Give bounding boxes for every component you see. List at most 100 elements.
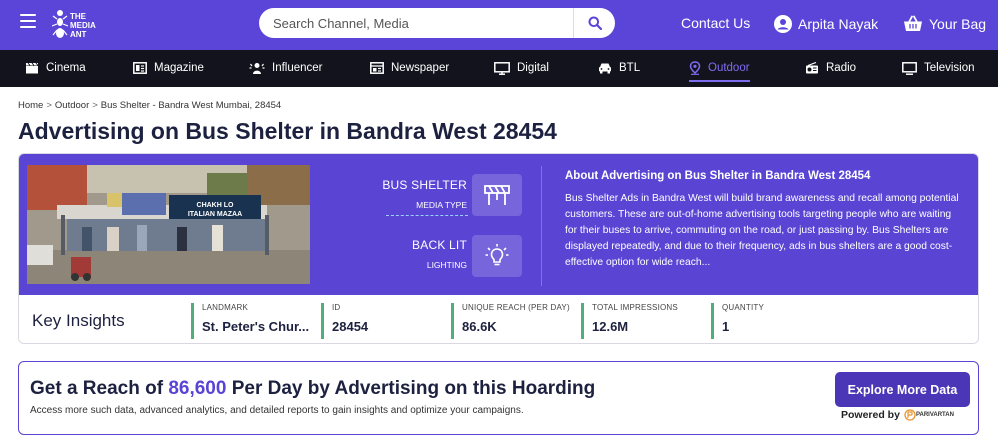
- lighting-label: LIGHTING: [426, 260, 467, 270]
- nav-label: Newspaper: [391, 62, 450, 74]
- nav-item-magazine[interactable]: Magazine: [133, 61, 204, 75]
- insight-total-impressions: TOTAL IMPRESSIONS 12.6M: [581, 303, 701, 339]
- reach-banner: Get a Reach of 86,600 Per Day by Adverti…: [18, 361, 979, 435]
- reach-subtext: Access more such data, advanced analytic…: [30, 405, 524, 416]
- user-name: Arpita Nayak: [798, 16, 879, 32]
- magazine-icon: [133, 62, 147, 74]
- nav-label: Digital: [517, 62, 549, 74]
- logo-line: MEDIA: [70, 20, 96, 30]
- media-detail-card: CHAKH LO ITALIAN MAZAA BUS SHELTER MEDIA…: [18, 153, 979, 344]
- parivartan-logo[interactable]: PARIVARTAN: [904, 409, 954, 421]
- media-type-label: MEDIA TYPE: [416, 200, 467, 210]
- insight-value: St. Peter's Chur...: [202, 319, 310, 334]
- breadcrumb: Home > Outdoor > Bus Shelter - Bandra West M…: [18, 100, 281, 111]
- active-tab-indicator: [689, 80, 750, 82]
- nav-item-newspaper[interactable]: Newspaper: [370, 61, 449, 75]
- lightbulb-icon: [485, 244, 509, 266]
- radio-icon: [806, 62, 818, 74]
- nav-label: Outdoor: [708, 62, 750, 74]
- nav-label: BTL: [619, 62, 641, 74]
- search-input[interactable]: [259, 8, 573, 38]
- search-icon: [588, 16, 602, 30]
- insight-label: TOTAL IMPRESSIONS: [592, 303, 678, 312]
- breadcrumb-outdoor[interactable]: Outdoor: [55, 100, 89, 111]
- insight-value: 1: [722, 319, 730, 334]
- logo-line: THE: [70, 11, 86, 21]
- bus-shelter-photo[interactable]: CHAKH LO ITALIAN MAZAA: [27, 165, 310, 284]
- insight-label: ID: [332, 303, 341, 312]
- nav-label: Cinema: [46, 62, 86, 74]
- lighting-feature: BACK LIT LIGHTING: [371, 238, 467, 270]
- photo-sign-line2: ITALIAN MAZAA: [188, 211, 242, 218]
- insight-id: ID 28454: [321, 303, 441, 339]
- user-account-button[interactable]: Arpita Nayak: [774, 15, 878, 33]
- logo-line: ANT: [70, 29, 87, 39]
- reach-headline-prefix: Get a Reach of: [30, 378, 169, 399]
- search-bar: [259, 8, 615, 38]
- top-header: THE MEDIA ANT Contact Us Arpita Nayak: [0, 0, 998, 50]
- panel-divider: [541, 166, 542, 286]
- insight-unique-reach: UNIQUE REACH (PER DAY) 86.6K: [451, 303, 576, 339]
- car-icon: [599, 63, 611, 74]
- nav-item-digital[interactable]: Digital: [494, 61, 549, 75]
- newspaper-icon: [370, 62, 384, 74]
- reach-headline: Get a Reach of 86,600 Per Day by Adverti…: [30, 378, 595, 400]
- lighting-value: BACK LIT: [412, 238, 467, 252]
- category-nav: Cinema Magazine Influencer Newspaper Dig…: [0, 50, 998, 87]
- media-summary-panel: CHAKH LO ITALIAN MAZAA BUS SHELTER MEDIA…: [19, 154, 978, 295]
- parivartan-brand-text: PARIVARTAN: [915, 412, 954, 418]
- clapper-icon: [26, 62, 39, 74]
- search-button[interactable]: [573, 8, 615, 38]
- page-title: Advertising on Bus Shelter in Bandra Wes…: [18, 118, 557, 144]
- insight-value: 12.6M: [592, 319, 629, 334]
- reach-number: 86,600: [168, 378, 227, 399]
- powered-by-label: Powered by: [841, 409, 900, 421]
- photo-sign-line1: CHAKH LO: [197, 202, 234, 209]
- parivartan-logo-icon: [904, 409, 916, 421]
- key-insights-bar: Key Insights LANDMARK St. Peter's Chur..…: [19, 295, 978, 343]
- nav-item-outdoor[interactable]: Outdoor: [689, 61, 750, 82]
- about-text: Bus Shelter Ads in Bandra West will buil…: [565, 193, 959, 268]
- media-type-value: BUS SHELTER: [382, 178, 467, 192]
- nav-item-television[interactable]: Television: [902, 61, 975, 75]
- ant-logo-icon: [52, 10, 68, 38]
- insight-value: 86.6K: [462, 319, 497, 334]
- user-avatar-icon: [774, 15, 792, 33]
- breadcrumb-separator: >: [46, 100, 52, 111]
- media-type-underline: [386, 215, 468, 216]
- insight-label: QUANTITY: [722, 303, 765, 312]
- nav-label: Magazine: [154, 62, 204, 74]
- nav-item-radio[interactable]: Radio: [805, 61, 856, 75]
- barrier-icon: [484, 185, 510, 205]
- media-ant-logo[interactable]: THE MEDIA ANT: [52, 6, 104, 44]
- breadcrumb-current: Bus Shelter - Bandra West Mumbai, 28454: [100, 100, 282, 111]
- insight-label: UNIQUE REACH (PER DAY): [462, 303, 570, 312]
- explore-more-data-button[interactable]: Explore More Data: [835, 372, 970, 407]
- media-type-icon-box: [472, 174, 522, 216]
- location-pin-icon: [689, 61, 701, 75]
- nav-label: Influencer: [272, 62, 323, 74]
- nav-label: Radio: [826, 62, 857, 74]
- media-type-feature: BUS SHELTER MEDIA TYPE: [371, 178, 467, 210]
- monitor-icon: [494, 61, 510, 75]
- key-insights-title: Key Insights: [32, 311, 125, 330]
- your-bag-label: Your Bag: [929, 15, 987, 32]
- nav-label: Television: [924, 62, 975, 74]
- reach-headline-suffix: Per Day by Advertising on this Hoarding: [226, 378, 596, 399]
- breadcrumb-separator: >: [92, 100, 98, 111]
- tv-icon: [902, 61, 917, 75]
- breadcrumb-home[interactable]: Home: [18, 100, 43, 111]
- menu-icon[interactable]: [20, 14, 36, 28]
- contact-us-link[interactable]: Contact Us: [681, 15, 750, 31]
- nav-item-btl[interactable]: BTL: [598, 61, 640, 75]
- influencer-icon: [249, 62, 265, 74]
- insight-quantity: QUANTITY 1: [711, 303, 811, 339]
- contact-us-label: Contact Us: [681, 15, 751, 31]
- insight-landmark: LANDMARK St. Peter's Chur...: [191, 303, 319, 339]
- powered-by: Powered by PARIVARTAN: [841, 409, 954, 421]
- nav-item-cinema[interactable]: Cinema: [25, 61, 86, 75]
- insight-value: 28454: [332, 319, 369, 334]
- nav-item-influencer[interactable]: Influencer: [249, 61, 323, 75]
- your-bag-button[interactable]: Your Bag: [903, 15, 986, 32]
- basket-icon: [904, 15, 922, 31]
